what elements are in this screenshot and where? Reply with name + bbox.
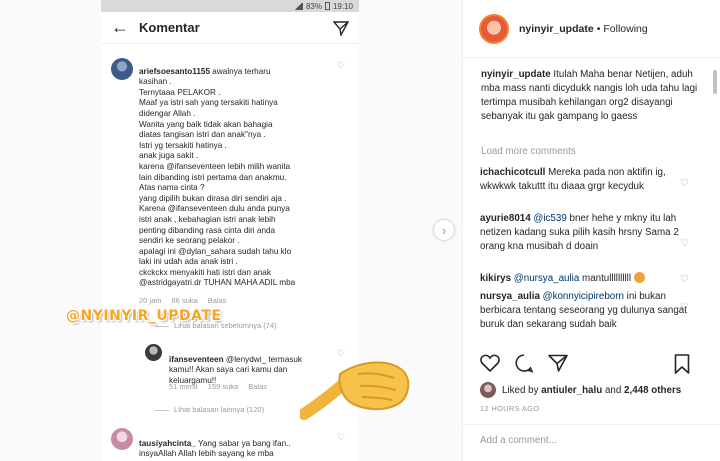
comment-username[interactable]: ichachicotcull	[480, 167, 545, 178]
next-image-button[interactable]: ›	[433, 219, 455, 241]
phone-comment-text: ariefsoesanto1155 awalnya terharu kasiha…	[139, 56, 339, 289]
list-item: ayurie8014 @ic539 bner hehe y mkny itu l…	[480, 212, 690, 254]
phone-comment-meta: 20 jam 86 suka Balas	[139, 296, 237, 307]
back-arrow-icon: ←	[111, 17, 129, 37]
phone-comment: tausiyahcinta_ Yang sabar ya bang ifan..…	[101, 422, 359, 461]
phone-header: ← Komentar	[101, 12, 359, 44]
liked-prefix: Liked by	[502, 384, 539, 396]
phone-comment: ariefsoesanto1155 awalnya terharu kasiha…	[101, 46, 359, 316]
comment-time: 20 jam	[139, 296, 162, 305]
status-time: 19:10	[332, 1, 353, 11]
heart-icon[interactable]	[480, 354, 500, 372]
post-caption: nyinyir_update Itulah Maha benar Netijen…	[481, 68, 703, 124]
phone-comment-text: tausiyahcinta_ Yang sabar ya bang ifan..…	[139, 428, 339, 461]
comment-username[interactable]: kikirys	[480, 273, 511, 284]
phone-comment-user: ifanseventeen	[169, 354, 224, 364]
instagram-post-view: 83% 19:10 ← Komentar ariefsoesanto1155 a…	[0, 0, 720, 461]
add-comment-input[interactable]: Add a comment...	[462, 424, 720, 461]
post-image[interactable]: 83% 19:10 ← Komentar ariefsoesanto1155 a…	[0, 0, 462, 461]
phone-comment-user: tausiyahcinta_	[139, 438, 196, 448]
comment-username[interactable]: nursya_aulia	[480, 291, 540, 302]
liked-and: and	[604, 384, 622, 396]
post-timestamp: 12 HOURS AGO	[480, 404, 540, 413]
scrollbar-thumb[interactable]	[713, 70, 717, 94]
comment-likes: 159 suka	[207, 382, 239, 391]
share-icon[interactable]	[548, 354, 568, 372]
likes-summary: Liked by antiuler_halu and 2,448 others	[480, 382, 681, 398]
caption-username[interactable]: nyinyir_update	[481, 69, 551, 80]
battery-icon	[324, 2, 330, 10]
comment-username[interactable]: ayurie8014	[480, 213, 531, 224]
battery-level: 83%	[305, 1, 322, 11]
comment-mention[interactable]: @konnyicipireborn	[543, 291, 624, 302]
heart-icon[interactable]: ♡	[680, 302, 689, 313]
post-actions	[462, 348, 720, 378]
heart-icon[interactable]: ♡	[680, 274, 689, 285]
phone-comment-body: awalnya terharu kasihan . Ternytaaa PELA…	[139, 66, 296, 288]
send-icon	[333, 20, 349, 36]
avatar	[480, 382, 496, 398]
list-item: nursya_aulia @konnyicipireborn ini bukan…	[480, 290, 690, 332]
avatar[interactable]	[479, 13, 509, 44]
bookmark-icon[interactable]	[674, 354, 690, 374]
heart-icon[interactable]: ♡	[680, 178, 689, 189]
grimace-emoji-icon	[633, 272, 645, 283]
heart-icon: ♡	[337, 432, 346, 442]
avatar	[145, 344, 162, 361]
liked-count[interactable]: 2,448 others	[624, 385, 681, 396]
comment-mention[interactable]: @ic539	[533, 213, 566, 224]
pointing-hand-icon	[300, 361, 410, 420]
phone-status-bar: 83% 19:10	[101, 0, 359, 12]
heart-icon[interactable]: ♡	[680, 238, 689, 249]
comment-mention[interactable]: @nursya_aulia	[514, 273, 580, 284]
signal-icon	[293, 2, 303, 10]
separator-dot: •	[596, 22, 601, 35]
comment-icon[interactable]	[514, 353, 534, 373]
comment-time: 51 menit	[169, 382, 198, 391]
reply-link: Balas	[207, 296, 227, 305]
list-item: ichachicotcull Mereka pada non aktifin i…	[480, 166, 690, 194]
follow-status-button[interactable]: Following	[603, 23, 647, 35]
heart-icon: ♡	[337, 60, 346, 70]
watermark: @NYINYIR_UPDATE	[66, 308, 222, 324]
phone-comment-user: ariefsoesanto1155	[139, 66, 211, 76]
comment-likes: 86 suka	[171, 296, 198, 305]
liked-user[interactable]: antiuler_halu	[541, 385, 602, 396]
post-header: nyinyir_update • Following	[463, 0, 720, 58]
avatar	[111, 428, 133, 450]
list-item: kikirys @nursya_aulia mantullllllllll	[480, 272, 690, 286]
phone-comment-meta: 51 menit 159 suka Balas	[169, 382, 277, 393]
view-more-replies: Lihat balasan lainnya (120)	[155, 405, 264, 414]
post-username[interactable]: nyinyir_update	[519, 23, 594, 35]
load-more-comments-button[interactable]: Load more comments	[481, 146, 576, 157]
comment-text: mantullllllllll	[582, 273, 632, 284]
reply-link: Balas	[248, 382, 267, 391]
avatar	[111, 58, 133, 80]
comments-scrollbar[interactable]	[712, 68, 718, 338]
phone-header-title: Komentar	[139, 20, 200, 35]
